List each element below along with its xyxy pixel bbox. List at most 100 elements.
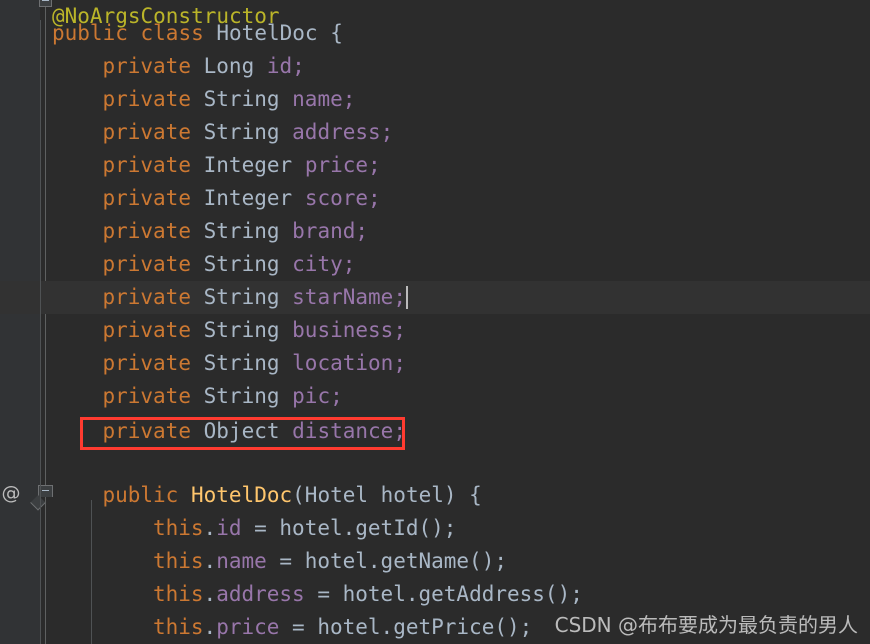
code-token: this <box>152 615 204 639</box>
code-token: Object <box>203 419 280 443</box>
code-token: ; <box>342 87 356 111</box>
code-token: = hotel.getName(); <box>266 549 507 573</box>
code-line[interactable]: this.name = hotel.getName(); <box>153 545 507 578</box>
code-line[interactable]: private String name; <box>102 83 355 116</box>
code-token: public <box>52 21 128 45</box>
code-token: ; <box>355 219 369 243</box>
code-token: private <box>102 285 191 309</box>
code-token: private <box>102 351 191 375</box>
code-token: HotelDoc <box>190 483 293 507</box>
code-token: this <box>152 582 204 606</box>
code-token: = hotel.getId(); <box>241 516 457 540</box>
code-line[interactable]: private Integer score; <box>102 182 380 215</box>
code-token: private <box>102 384 191 408</box>
code-line[interactable]: private String address; <box>102 116 393 149</box>
code-token: private <box>102 419 191 443</box>
code-token: String <box>203 120 280 144</box>
code-token: private <box>102 153 191 177</box>
code-token: ; <box>393 351 406 375</box>
code-token: String <box>203 87 280 111</box>
code-token: price <box>216 615 280 639</box>
code-token: location <box>292 351 394 375</box>
code-token: address <box>292 120 381 144</box>
code-line[interactable]: private String starName; <box>102 281 408 314</box>
code-token: . <box>203 615 217 639</box>
code-token: business <box>292 318 394 342</box>
code-token: private <box>102 54 191 78</box>
code-token: score <box>304 186 369 210</box>
code-token: = hotel.getPrice(); <box>279 615 533 639</box>
code-line[interactable]: public class HotelDoc { <box>52 17 343 50</box>
code-token: ; <box>342 252 356 276</box>
code-token: hotel) { <box>368 483 482 507</box>
code-token: starName <box>292 285 394 309</box>
fold-region-line <box>45 0 46 644</box>
code-line[interactable]: private String pic; <box>102 380 342 413</box>
code-token: name <box>216 549 267 573</box>
code-line[interactable]: this.price = hotel.getPrice(); <box>153 611 532 644</box>
code-token: private <box>102 318 191 342</box>
indent-guide <box>40 20 41 644</box>
editor-gutter[interactable]: @ <box>0 0 40 644</box>
code-token: public <box>102 483 179 507</box>
code-token: price <box>304 153 369 177</box>
code-token: ; <box>368 153 381 177</box>
code-token: pic <box>292 384 331 408</box>
annotation-at-icon[interactable]: @ <box>0 481 22 505</box>
code-token: ; <box>393 285 406 309</box>
code-token: Hotel <box>304 483 369 507</box>
code-token: address <box>216 582 305 606</box>
code-token: . <box>203 582 217 606</box>
fold-gutter[interactable] <box>30 0 53 644</box>
code-token: this <box>152 516 204 540</box>
code-token: String <box>203 219 280 243</box>
code-token: Integer <box>203 186 293 210</box>
code-line[interactable]: this.id = hotel.getId(); <box>153 512 456 545</box>
code-token: class <box>140 21 204 45</box>
code-token: String <box>203 252 280 276</box>
indent-guide <box>91 500 92 644</box>
code-line[interactable]: private Object distance; <box>102 415 406 448</box>
code-line[interactable]: private Integer price; <box>102 149 380 182</box>
code-line[interactable]: public HotelDoc(Hotel hotel) { <box>102 479 481 512</box>
code-token: private <box>102 252 191 276</box>
code-token: ; <box>330 384 343 408</box>
code-line[interactable]: private String brand; <box>102 215 368 248</box>
code-token: ( <box>292 483 305 507</box>
code-token: id <box>266 54 293 78</box>
minus-icon <box>42 0 49 1</box>
fold-marker-class[interactable] <box>39 0 52 7</box>
code-editor[interactable]: @ @NoArgsConstructor public class HotelDo… <box>0 0 870 644</box>
code-token: String <box>203 285 280 309</box>
code-line[interactable]: private String business; <box>102 314 406 347</box>
code-line[interactable]: private Long id; <box>102 50 304 83</box>
code-token: brand <box>292 219 356 243</box>
code-token: private <box>102 120 191 144</box>
code-line[interactable]: this.address = hotel.getAddress(); <box>153 578 583 611</box>
code-token: distance <box>292 419 394 443</box>
code-token: String <box>203 351 280 375</box>
code-line[interactable]: private String location; <box>102 347 406 380</box>
code-token: Integer <box>203 153 293 177</box>
code-token: private <box>102 87 191 111</box>
code-line[interactable]: private String city; <box>102 248 355 281</box>
code-lines-container[interactable]: @NoArgsConstructor public class HotelDoc … <box>0 0 870 644</box>
